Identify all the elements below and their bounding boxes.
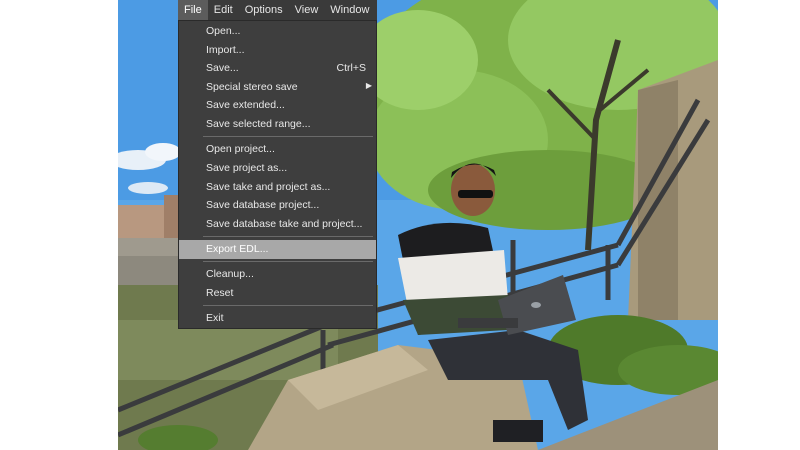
menu-item-label: Export EDL... [206, 243, 269, 255]
menu-item-label: Special stereo save [206, 81, 298, 93]
menu-file[interactable]: File [178, 0, 208, 20]
menu-item-save-selected-range[interactable]: Save selected range... [179, 115, 376, 134]
menu-separator [203, 305, 373, 306]
menu-item-reset[interactable]: Reset [179, 284, 376, 303]
menu-item-label: Save database take and project... [206, 218, 363, 230]
file-menu-dropdown: Open... Import... Save... Ctrl+S Special… [178, 20, 377, 329]
menu-item-save-extended[interactable]: Save extended... [179, 96, 376, 115]
menu-view[interactable]: View [289, 0, 325, 20]
menu-item-save-database-take-and-project[interactable]: Save database take and project... [179, 215, 376, 234]
menu-item-save[interactable]: Save... Ctrl+S [179, 59, 376, 78]
menu-item-label: Save selected range... [206, 118, 311, 130]
menu-item-exit[interactable]: Exit [179, 309, 376, 328]
menu-item-open[interactable]: Open... [179, 22, 376, 41]
menu-item-save-project-as[interactable]: Save project as... [179, 159, 376, 178]
menu-help[interactable]: H [375, 0, 377, 20]
menu-item-save-database-project[interactable]: Save database project... [179, 196, 376, 215]
menu-item-cleanup[interactable]: Cleanup... [179, 265, 376, 284]
menu-separator [203, 261, 373, 262]
menu-item-open-project[interactable]: Open project... [179, 140, 376, 159]
menu-separator [203, 136, 373, 137]
menu-item-label: Cleanup... [206, 268, 254, 280]
menu-item-special-stereo-save[interactable]: Special stereo save ▶ [179, 78, 376, 97]
menu-item-label: Import... [206, 44, 245, 56]
menu-item-import[interactable]: Import... [179, 41, 376, 60]
menu-edit[interactable]: Edit [208, 0, 239, 20]
menu-options[interactable]: Options [239, 0, 289, 20]
menu-item-label: Open... [206, 25, 241, 37]
menu-window[interactable]: Window [324, 0, 375, 20]
menu-item-label: Reset [206, 287, 234, 299]
menu-item-label: Save database project... [206, 199, 320, 211]
menu-separator [203, 236, 373, 237]
shortcut-label: Ctrl+S [336, 62, 366, 74]
menu-item-label: Save project as... [206, 162, 288, 174]
menu-item-label: Save... [206, 62, 239, 74]
menu-item-export-edl[interactable]: Export EDL... [179, 240, 376, 259]
menu-bar: File Edit Options View Window H [178, 0, 377, 20]
menu-item-label: Save extended... [206, 99, 285, 111]
menu-item-label: Save take and project as... [206, 181, 331, 193]
menu-item-label: Open project... [206, 143, 275, 155]
triangle-right-icon: ▶ [365, 81, 372, 90]
menu-item-label: Exit [206, 312, 224, 324]
menu-item-save-take-and-project-as[interactable]: Save take and project as... [179, 178, 376, 197]
